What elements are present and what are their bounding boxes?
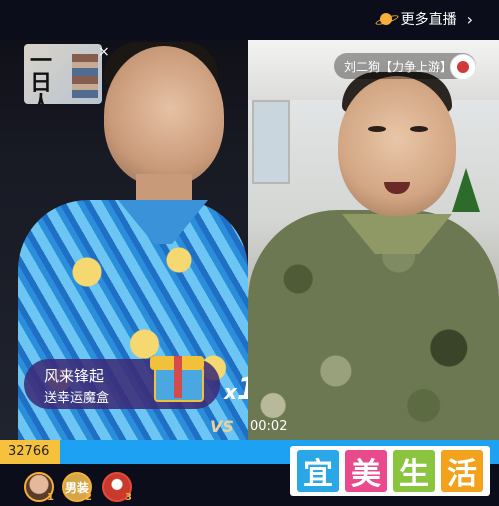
more-live-button[interactable]: 更多直播 › — [375, 8, 473, 30]
streamer-eye — [410, 126, 428, 132]
gift-description: 送幸运魔盒 — [44, 391, 110, 406]
streamer-eye — [368, 126, 386, 132]
opponent-name: 刘二狗【力争上游】 — [344, 59, 453, 74]
pip-title: 一日人生 — [30, 48, 52, 104]
watermark-char: 宜 — [297, 450, 339, 492]
chevron-right-icon: › — [466, 9, 473, 29]
gift-box-icon — [150, 350, 206, 402]
vs-badge: VS — [210, 417, 234, 436]
rank-number-1: 1 — [47, 492, 54, 503]
pk-score-left: 32766 — [8, 444, 50, 459]
streamer-face — [338, 76, 456, 216]
close-icon[interactable]: × — [98, 44, 110, 60]
watermark-char: 生 — [393, 450, 435, 492]
right-stream-video[interactable] — [248, 40, 499, 440]
planet-icon — [375, 12, 395, 26]
watermark-logo: 宜 美 生 活 — [290, 446, 490, 496]
more-live-label: 更多直播 — [400, 12, 457, 28]
rank-number-2: 2 — [85, 492, 92, 503]
opponent-avatar[interactable] — [450, 54, 476, 80]
room-window — [252, 100, 290, 184]
watermark-char: 美 — [345, 450, 387, 492]
top-bar: 更多直播 › — [0, 0, 499, 40]
pip-thumbnail-images — [72, 54, 98, 98]
rank-number-3: 3 — [125, 492, 132, 503]
christmas-tree — [452, 168, 480, 212]
streamer-face — [104, 46, 224, 186]
combo-prefix: x — [224, 380, 237, 404]
pip-thumbnail[interactable]: 一日人生 — [24, 44, 102, 104]
watermark-char: 活 — [441, 450, 483, 492]
gift-sender-name: 风来锋起 — [44, 367, 105, 385]
battle-timer: 00:02 — [250, 419, 288, 434]
avatar-icon — [457, 61, 469, 73]
